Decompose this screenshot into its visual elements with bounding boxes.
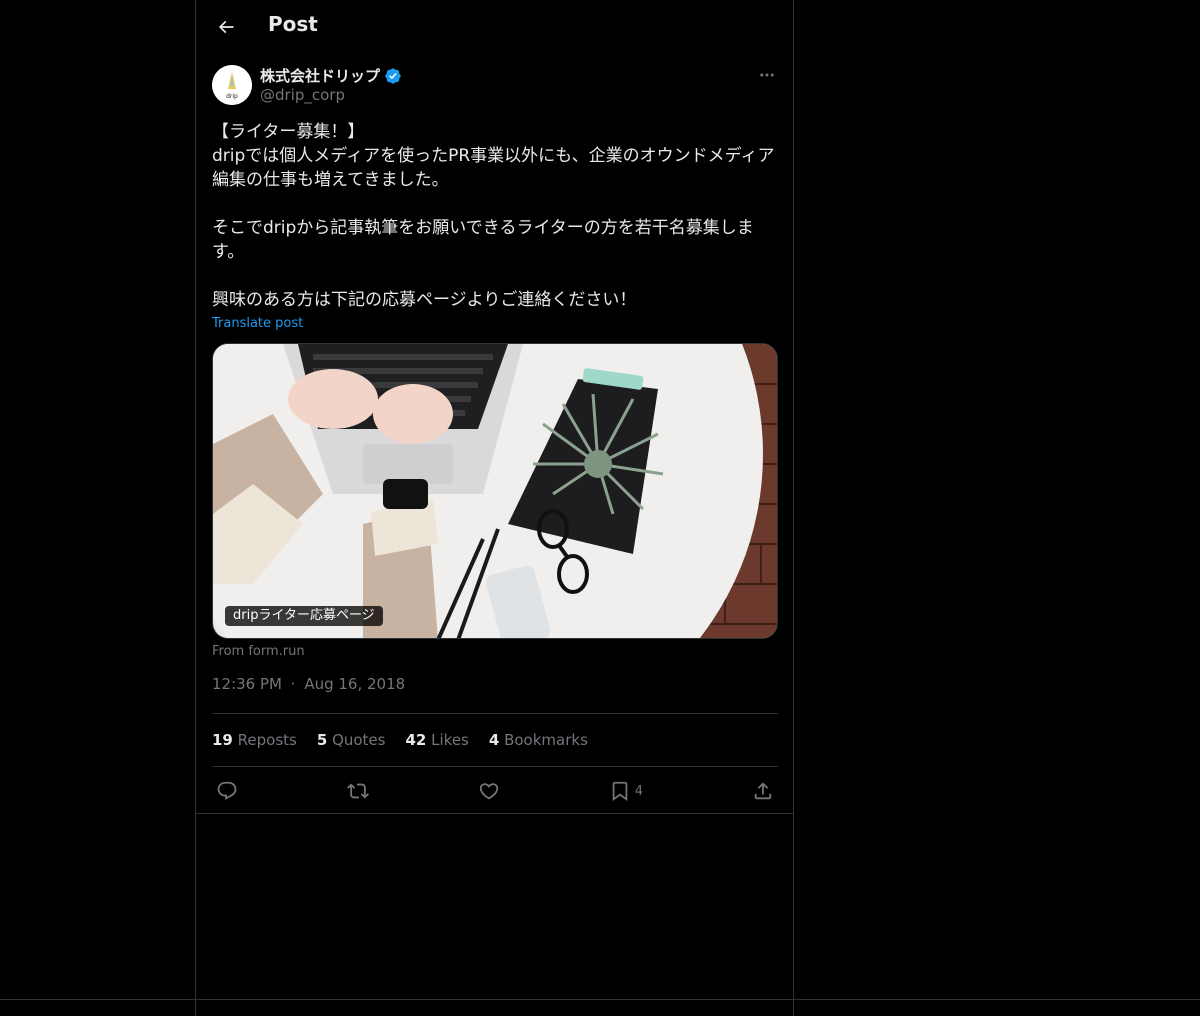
avatar-logo-text: drip: [226, 93, 238, 100]
repost-button[interactable]: [346, 774, 369, 808]
card-image: [213, 344, 777, 638]
card-source-link[interactable]: From form.run: [212, 644, 305, 659]
author-row: drip 株式会社ドリップ @drip_corp: [212, 64, 778, 106]
page-title: Post: [268, 12, 318, 36]
author-name[interactable]: 株式会社ドリップ: [260, 65, 402, 86]
share-button[interactable]: [752, 774, 774, 808]
bookmark-button[interactable]: 4: [609, 774, 643, 808]
repost-icon: [346, 780, 369, 802]
bookmark-icon: [609, 780, 631, 802]
like-icon: [478, 780, 500, 802]
post-time[interactable]: 12:36 PM: [212, 675, 282, 693]
reposts-stat[interactable]: 19 Reposts: [212, 731, 297, 749]
quotes-count: 5: [316, 731, 328, 749]
bookmarks-stat[interactable]: 4 Bookmarks: [489, 731, 588, 749]
back-arrow-icon: [216, 17, 236, 37]
page: Post drip 株式会社ドリップ @drip_corp 【ライター募集！】 …: [0, 0, 1200, 1016]
reply-icon: [216, 780, 238, 802]
main-column: Post drip 株式会社ドリップ @drip_corp 【ライター募集！】 …: [195, 0, 794, 1016]
post-date[interactable]: Aug 16, 2018: [304, 675, 405, 693]
bookmarks-count: 4: [488, 731, 500, 749]
quotes-stat[interactable]: 5 Quotes: [317, 731, 386, 749]
reposts-label: Reposts: [237, 731, 297, 749]
likes-label: Likes: [431, 731, 469, 749]
header: Post: [196, 0, 793, 54]
page-bottom-divider: [0, 999, 1200, 1000]
timestamp-separator: ·: [290, 675, 296, 693]
more-button[interactable]: [756, 64, 778, 86]
post-timestamp: 12:36 PM · Aug 16, 2018: [212, 675, 778, 699]
quotes-label: Quotes: [332, 731, 386, 749]
author-name-text: 株式会社ドリップ: [260, 67, 381, 85]
reposts-count: 19: [212, 731, 233, 749]
bookmarks-label: Bookmarks: [504, 731, 588, 749]
engagement-stats: 19 Reposts 5 Quotes 42 Likes 4 Bookmarks: [212, 714, 778, 766]
share-icon: [752, 780, 774, 802]
author-handle[interactable]: @drip_corp: [260, 86, 345, 104]
like-button[interactable]: [478, 774, 500, 808]
likes-stat[interactable]: 42 Likes: [405, 731, 468, 749]
avatar[interactable]: drip: [212, 65, 252, 105]
reply-button[interactable]: [216, 774, 238, 808]
post-bottom-divider: [196, 813, 793, 814]
verified-badge-icon: [384, 67, 402, 85]
post: drip 株式会社ドリップ @drip_corp 【ライター募集！】 dripで…: [212, 64, 778, 815]
link-card[interactable]: dripライター応募ページ: [212, 343, 778, 639]
card-title: dripライター応募ページ: [225, 606, 383, 626]
action-bar: 4: [212, 767, 778, 815]
likes-count: 42: [405, 731, 427, 749]
post-text: 【ライター募集！】 dripでは個人メディアを使ったPR事業以外にも、企業のオウ…: [212, 122, 775, 310]
back-button[interactable]: [208, 9, 244, 45]
more-icon: [758, 66, 776, 84]
translate-post-link[interactable]: Translate post: [212, 316, 303, 331]
bookmark-count: 4: [634, 783, 644, 799]
